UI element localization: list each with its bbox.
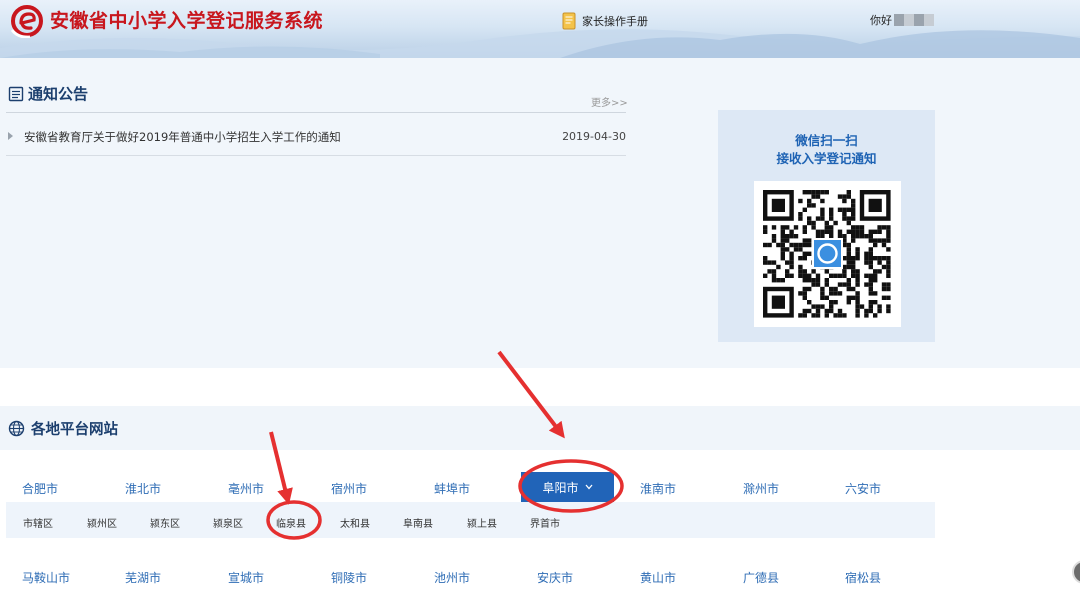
city-link-bengbu[interactable]: 蚌埠市: [434, 480, 470, 497]
city-link-susong[interactable]: 宿松县: [845, 569, 881, 586]
notice-list-icon: [8, 86, 24, 101]
county-link-yingquan[interactable]: 颍泉区: [213, 515, 243, 530]
city-link-chuzhou[interactable]: 滁州市: [743, 480, 779, 497]
platform-section-header: 各地平台网站: [0, 406, 1080, 450]
site-header: 安徽省中小学入学登记服务系统 家长操作手册 你好: [0, 0, 1080, 58]
more-notices-link[interactable]: 更多>>: [591, 94, 628, 109]
qr-code-icon: [763, 190, 891, 318]
floating-widget[interactable]: [1072, 560, 1080, 584]
county-link-taihe[interactable]: 太和县: [340, 515, 370, 530]
platform-title: 各地平台网站: [31, 422, 118, 438]
city-link-huainan[interactable]: 淮南市: [640, 480, 676, 497]
site-logo-icon[interactable]: [10, 4, 44, 38]
county-link-funan[interactable]: 阜南县: [403, 515, 433, 530]
city-link-xuancheng[interactable]: 宣城市: [228, 569, 264, 586]
city-link-luan[interactable]: 六安市: [845, 480, 881, 497]
site-title: 安徽省中小学入学登记服务系统: [50, 10, 324, 32]
greeting-text: 你好: [870, 14, 892, 27]
county-link-shixiaqu[interactable]: 市辖区: [23, 515, 53, 530]
county-link-jieshou[interactable]: 界首市: [530, 515, 560, 530]
qr-caption-line1: 微信扫一扫: [795, 133, 858, 148]
city-link-hefei[interactable]: 合肥市: [22, 480, 58, 497]
globe-icon: [8, 420, 25, 437]
notice-heading: 通知公告: [8, 83, 88, 104]
notice-title: 通知公告: [28, 85, 89, 103]
city-link-wuhu[interactable]: 芜湖市: [125, 569, 161, 586]
notice-section: 通知公告 更多>> 安徽省教育厅关于做好2019年普通中小学招生入学工作的通知 …: [0, 58, 1080, 368]
city-link-guangde[interactable]: 广德县: [743, 569, 779, 586]
city-link-anqing[interactable]: 安庆市: [537, 569, 573, 586]
notice-item-date: 2019-04-30: [562, 130, 626, 143]
platform-heading: 各地平台网站: [8, 418, 118, 439]
city-link-maanshan[interactable]: 马鞍山市: [22, 569, 70, 586]
document-icon: [562, 12, 576, 30]
qr-caption-line2: 接收入学登记通知: [776, 151, 877, 166]
wechat-qr-panel: 微信扫一扫 接收入学登记通知: [718, 110, 935, 342]
city-link-huangshan[interactable]: 黄山市: [640, 569, 676, 586]
city-link-tongling[interactable]: 铜陵市: [331, 569, 367, 586]
parent-manual-link[interactable]: 家长操作手册: [562, 12, 648, 30]
county-link-yingdong[interactable]: 颍东区: [150, 515, 180, 530]
user-greeting[interactable]: 你好: [870, 12, 934, 28]
city-link-chizhou[interactable]: 池州市: [434, 569, 470, 586]
chevron-down-icon: [585, 484, 592, 490]
city-link-huaibei[interactable]: 淮北市: [125, 480, 161, 497]
active-city-label: 阜阳市: [542, 480, 579, 495]
notice-item-title[interactable]: 安徽省教育厅关于做好2019年普通中小学招生入学工作的通知: [24, 129, 341, 145]
county-link-linquan[interactable]: 临泉县: [276, 515, 306, 530]
wechat-qr-code: [754, 181, 901, 327]
redacted-username: [894, 14, 934, 26]
county-link-yingzhou[interactable]: 颍州区: [87, 515, 117, 530]
parent-manual-label: 家长操作手册: [582, 15, 648, 28]
city-link-suzhou[interactable]: 宿州市: [331, 480, 367, 497]
notice-item[interactable]: 安徽省教育厅关于做好2019年普通中小学招生入学工作的通知 2019-04-30: [6, 122, 626, 156]
city-tab-fuyang-active[interactable]: 阜阳市: [521, 472, 614, 502]
city-link-bozhou[interactable]: 亳州市: [228, 480, 264, 497]
bullet-icon: [8, 132, 13, 140]
county-link-yingshang[interactable]: 颍上县: [467, 515, 497, 530]
divider: [6, 112, 626, 113]
